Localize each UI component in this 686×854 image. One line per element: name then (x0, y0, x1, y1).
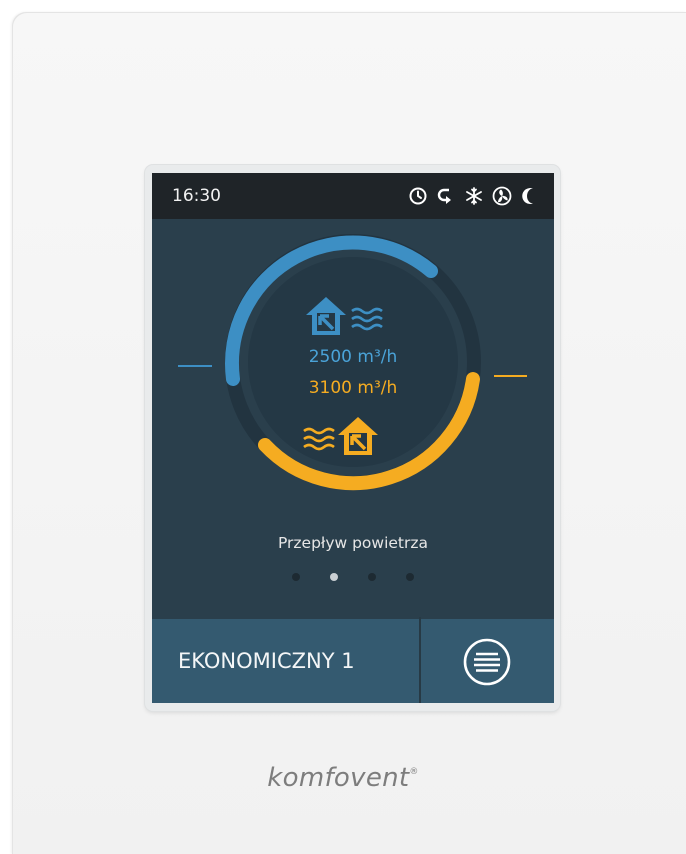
menu-button[interactable] (421, 617, 554, 703)
page-dot[interactable] (292, 573, 300, 581)
control-screen: 16:30 2500 m³/h 3100 m³/h Przepływ powie… (152, 173, 554, 703)
status-bar: 16:30 (152, 173, 554, 219)
page-dot[interactable] (368, 573, 376, 581)
snowflake-icon[interactable] (464, 186, 484, 206)
supply-flow-value: 2500 m³/h (308, 347, 398, 367)
screen-caption: Przepływ powietrza (277, 534, 429, 552)
mode-button[interactable]: EKONOMICZNY 1 (152, 617, 419, 703)
page-dot[interactable] (406, 573, 414, 581)
mode-button-label: EKONOMICZNY 1 (178, 649, 355, 673)
menu-icon (463, 638, 511, 686)
brand-logo: komfovent® (0, 763, 686, 793)
status-icons (408, 182, 540, 210)
page-dot-active[interactable] (330, 573, 338, 581)
clock-icon[interactable] (408, 186, 428, 206)
return-arrow-icon[interactable] (436, 186, 456, 206)
brand-registered-mark: ® (409, 767, 419, 777)
page-indicator (152, 573, 554, 581)
extract-flow-value: 3100 m³/h (308, 378, 398, 398)
clock-time: 16:30 (172, 186, 221, 206)
brand-name: komfovent (267, 763, 410, 793)
fan-icon[interactable] (492, 186, 512, 206)
moon-icon[interactable] (520, 186, 540, 206)
airflow-dial[interactable] (152, 219, 554, 519)
